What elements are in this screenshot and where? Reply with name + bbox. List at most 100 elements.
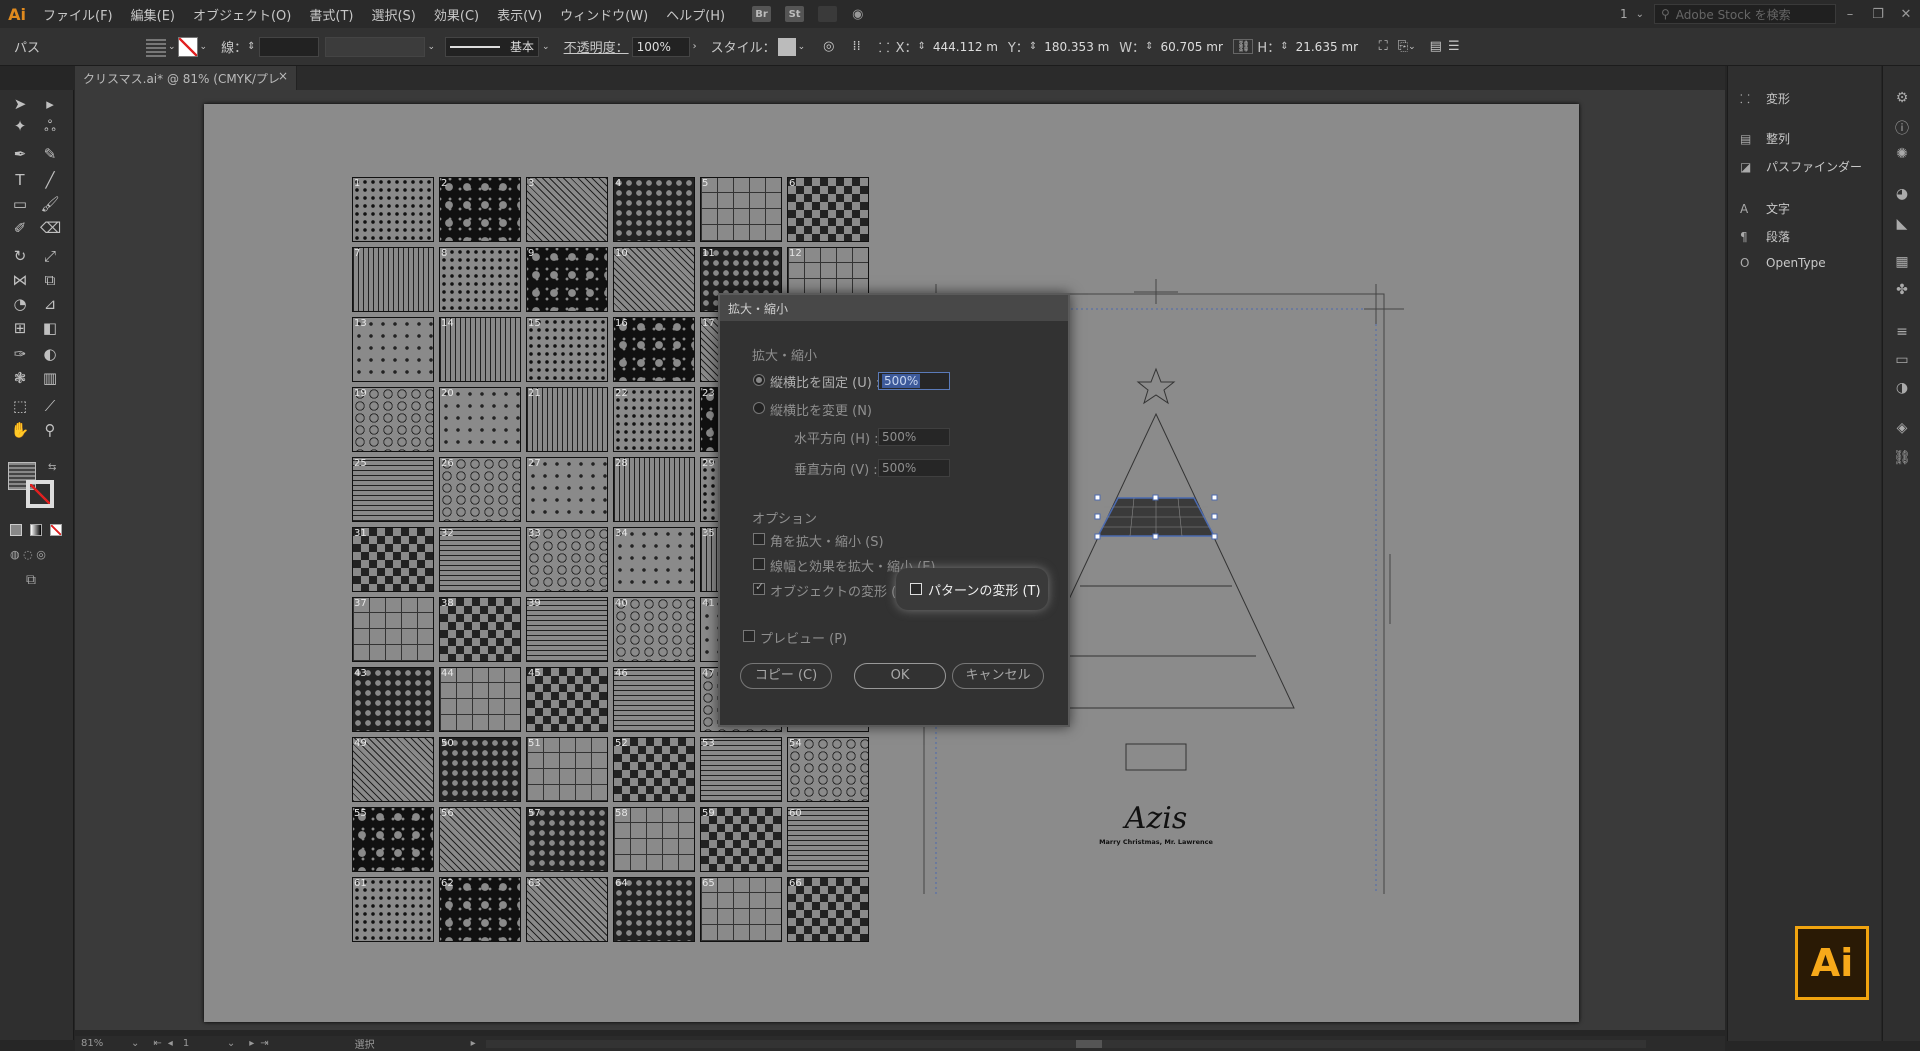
minimize-button[interactable]: – xyxy=(1836,7,1864,22)
arrange-documents-icon[interactable] xyxy=(818,6,838,22)
pattern-swatch[interactable]: 57 xyxy=(526,807,608,872)
stroke-color-icon[interactable] xyxy=(26,480,54,508)
pattern-swatch[interactable]: 38 xyxy=(439,597,521,662)
info-icon[interactable]: ⓘ xyxy=(1893,118,1911,138)
stock-button[interactable]: St xyxy=(785,6,805,22)
eyedropper-tool-icon[interactable]: ✑ xyxy=(10,344,30,364)
gradient-tool-icon[interactable]: ◧ xyxy=(40,318,60,338)
zoom-field[interactable]: 81% xyxy=(81,1038,121,1049)
blend-tool-icon[interactable]: ◐ xyxy=(40,344,60,364)
pattern-swatch[interactable]: 33 xyxy=(526,527,608,592)
width-field[interactable]: 60.705 mr xyxy=(1156,37,1230,57)
scale-tool-icon[interactable]: ⤢ xyxy=(40,246,60,266)
pattern-swatch[interactable]: 65 xyxy=(700,877,782,942)
align-icon[interactable]: ⁞⁞ xyxy=(853,39,861,54)
width-tool-icon[interactable]: ⋈ xyxy=(10,270,30,290)
lasso-tool-icon[interactable]: ஃ xyxy=(40,116,60,136)
chevron-down-icon[interactable]: ⌄ xyxy=(428,42,436,52)
x-field[interactable]: 444.112 m xyxy=(929,37,1003,57)
pattern-swatch[interactable]: 58 xyxy=(613,807,695,872)
chevron-down-icon[interactable]: ⌄ xyxy=(200,42,208,52)
pattern-swatch[interactable]: 49 xyxy=(352,737,434,802)
gpu-performance-icon[interactable]: ◉ xyxy=(852,7,863,22)
pattern-swatch[interactable]: 6 xyxy=(787,177,869,242)
pattern-swatch[interactable]: 40 xyxy=(613,597,695,662)
horizontal-scrollbar[interactable] xyxy=(485,1039,1646,1048)
pattern-swatch[interactable]: 34 xyxy=(613,527,695,592)
pattern-swatch[interactable]: 37 xyxy=(352,597,434,662)
pattern-swatch[interactable]: 22 xyxy=(613,387,695,452)
chevron-right-icon[interactable]: › xyxy=(693,41,697,52)
chevron-down-icon[interactable]: ⌄ xyxy=(1408,42,1416,52)
selection-tool-icon[interactable]: ➤ xyxy=(10,94,30,114)
pattern-swatch[interactable]: 20 xyxy=(439,387,521,452)
close-tab-icon[interactable]: × xyxy=(278,69,288,83)
free-transform-tool-icon[interactable]: ⧉ xyxy=(40,270,60,290)
pattern-swatch[interactable]: 1 xyxy=(352,177,434,242)
pattern-swatch[interactable]: 51 xyxy=(526,737,608,802)
symbol-sprayer-tool-icon[interactable]: ❃ xyxy=(10,368,30,388)
brushes-icon[interactable]: ✤ xyxy=(1893,282,1911,298)
brush-definition[interactable]: 基本 xyxy=(445,36,540,57)
menu-view[interactable]: 表示(V) xyxy=(488,5,551,24)
pattern-swatch[interactable]: 44 xyxy=(439,667,521,732)
pattern-swatch[interactable]: 15 xyxy=(526,317,608,382)
horizontal-scroll-thumb[interactable] xyxy=(1075,1039,1102,1048)
current-tool-status[interactable]: 選択 xyxy=(355,1036,375,1051)
brightness-icon[interactable]: ✺ xyxy=(1893,146,1911,162)
none-mode-icon[interactable] xyxy=(50,524,62,536)
pattern-swatch[interactable]: 32 xyxy=(439,527,521,592)
menu-edit[interactable]: 編集(E) xyxy=(122,5,184,24)
pattern-swatch[interactable]: 7 xyxy=(352,247,434,312)
menu-object[interactable]: オブジェクト(O) xyxy=(184,5,300,24)
transform-icon[interactable]: ⛶ xyxy=(1379,39,1388,54)
pattern-swatch[interactable]: 3 xyxy=(526,177,608,242)
pattern-swatch[interactable]: 16 xyxy=(613,317,695,382)
transform-patterns-checkbox[interactable] xyxy=(910,583,922,595)
pattern-swatch[interactable]: 53 xyxy=(700,737,782,802)
last-artboard-icon[interactable]: ⇥ xyxy=(260,1038,268,1049)
pattern-swatch[interactable]: 13 xyxy=(352,317,434,382)
menu-file[interactable]: ファイル(F) xyxy=(34,5,122,24)
shape-builder-tool-icon[interactable]: ◔ xyxy=(10,294,30,314)
cancel-button[interactable]: キャンセル xyxy=(952,663,1044,689)
pattern-swatch[interactable]: 19 xyxy=(352,387,434,452)
variable-width-profile[interactable] xyxy=(324,36,425,57)
pattern-swatch[interactable]: 27 xyxy=(526,457,608,522)
pattern-swatch[interactable]: 62 xyxy=(439,877,521,942)
next-artboard-icon[interactable]: ▸ xyxy=(249,1038,254,1049)
opacity-label[interactable]: 不透明度： xyxy=(564,37,629,56)
transparency-icon[interactable]: ◑ xyxy=(1893,380,1911,396)
pattern-swatch[interactable]: 21 xyxy=(526,387,608,452)
isolate-icon[interactable]: ⎘ xyxy=(1398,39,1408,54)
chevron-down-icon[interactable]: ⌄ xyxy=(798,42,806,52)
pattern-swatch[interactable]: 8 xyxy=(439,247,521,312)
type-tool-icon[interactable]: T xyxy=(10,170,30,190)
artboard-number-field[interactable]: 1 xyxy=(183,1038,223,1049)
copy-button[interactable]: コピー (C) xyxy=(740,663,832,689)
stepper-icon[interactable]: ⇕ xyxy=(1280,41,1288,52)
curvature-tool-icon[interactable]: ✎ xyxy=(40,144,60,164)
graphic-style-swatch[interactable] xyxy=(777,37,796,56)
panel-paragraph[interactable]: ¶ 段落 xyxy=(1740,228,1790,245)
y-field[interactable]: 180.353 m xyxy=(1040,37,1114,57)
menu-effect[interactable]: 効果(C) xyxy=(425,5,488,24)
pattern-swatch[interactable]: 5 xyxy=(700,177,782,242)
magic-wand-tool-icon[interactable]: ✦ xyxy=(10,116,30,136)
fill-swatch[interactable] xyxy=(146,36,166,57)
chevron-down-icon[interactable]: ⌄ xyxy=(131,1038,139,1049)
height-field[interactable]: 21.635 mr xyxy=(1292,37,1366,57)
paintbrush-tool-icon[interactable]: 🖌 xyxy=(40,194,60,214)
panel-align[interactable]: ▤ 整列 xyxy=(1740,130,1790,147)
pen-tool-icon[interactable]: ✒ xyxy=(10,144,30,164)
swap-fill-stroke-icon[interactable]: ⇆ xyxy=(48,462,56,473)
stroke-weight-field[interactable] xyxy=(258,36,319,57)
panel-pathfinder[interactable]: ◪ パスファインダー xyxy=(1740,158,1862,175)
stepper-icon[interactable]: ⇕ xyxy=(917,41,925,52)
reference-point-icon[interactable]: ⸬ xyxy=(879,38,890,56)
pattern-swatch[interactable]: 55 xyxy=(352,807,434,872)
pattern-swatch[interactable]: 9 xyxy=(526,247,608,312)
pattern-swatch[interactable]: 54 xyxy=(787,737,869,802)
panel-character[interactable]: A 文字 xyxy=(1740,200,1790,217)
chevron-down-icon[interactable]: ⌄ xyxy=(1636,9,1644,20)
